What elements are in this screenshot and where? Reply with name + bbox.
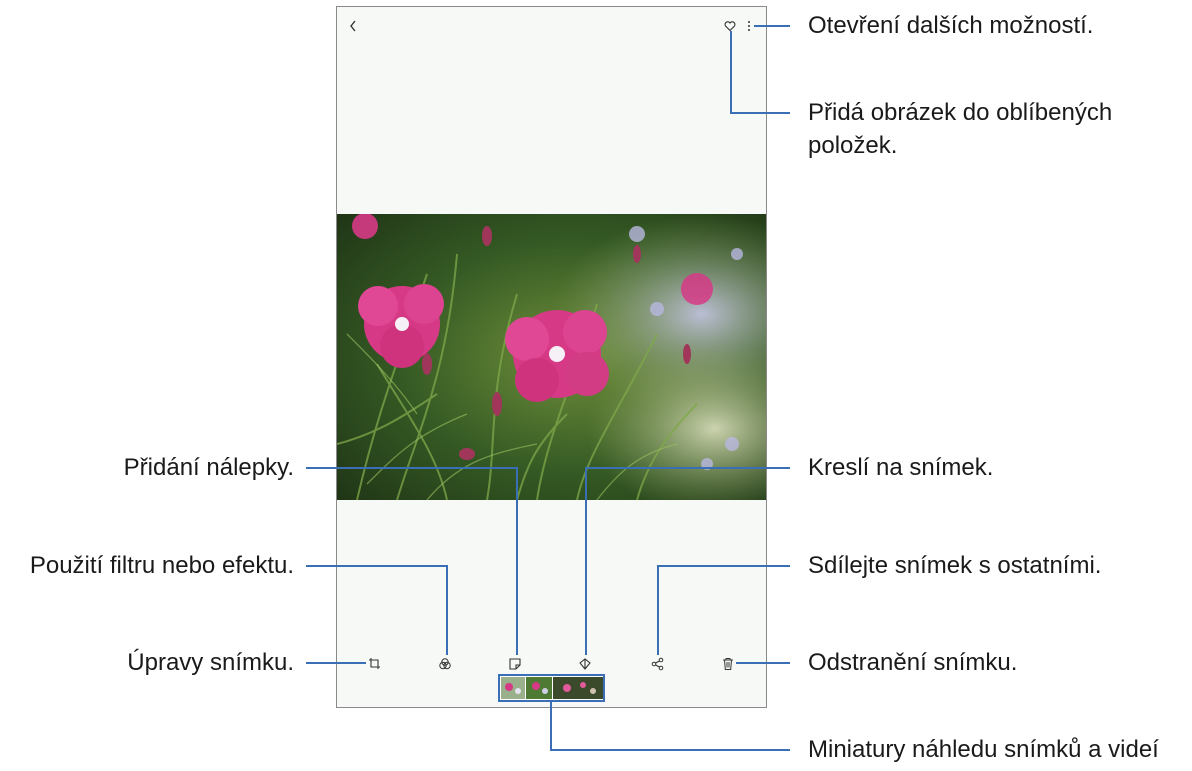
- callout-line-thumbs-h: [550, 749, 790, 751]
- share-icon[interactable]: [651, 657, 665, 671]
- callout-favorite-line2: položek.: [808, 132, 898, 159]
- callout-line-favorite-h: [730, 112, 790, 114]
- sticker-icon[interactable]: [508, 657, 522, 671]
- callout-edit: Úpravy snímku.: [127, 649, 294, 676]
- callout-delete: Odstranění snímku.: [808, 649, 1018, 676]
- thumbnail-image[interactable]: [553, 677, 603, 699]
- trash-icon[interactable]: [721, 657, 735, 671]
- thumbnail-strip[interactable]: [498, 674, 605, 702]
- callout-favorite-line1: Přidá obrázek do oblíbených: [808, 99, 1113, 126]
- thumbnail-image[interactable]: [501, 677, 525, 699]
- callout-filter: Použití filtru nebo efektu.: [29, 552, 294, 579]
- callout-line-sticker-h: [306, 467, 518, 469]
- callout-line-filter-h: [306, 565, 448, 567]
- callout-line-share-h: [657, 565, 790, 567]
- back-arrow-icon[interactable]: [346, 18, 360, 34]
- callout-line-share-v: [657, 565, 659, 655]
- callout-line-draw-v: [585, 467, 587, 655]
- flower-photo: [337, 214, 766, 500]
- callout-sticker: Přidání nálepky.: [123, 454, 294, 481]
- callout-draw: Kreslí na snímek.: [808, 454, 994, 481]
- callout-thumbnails: Miniatury náhledu snímků a videí: [808, 736, 1159, 763]
- crop-edit-icon[interactable]: [368, 657, 382, 671]
- callout-share: Sdílejte snímek s ostatními.: [808, 552, 1102, 579]
- draw-pen-icon[interactable]: [578, 657, 592, 671]
- callout-line-draw-h: [585, 467, 790, 469]
- callout-line-delete: [736, 662, 790, 664]
- filter-effects-icon[interactable]: [438, 657, 452, 671]
- callout-line-thumbs-v: [550, 702, 552, 750]
- thumbnail-image[interactable]: [526, 677, 552, 699]
- callout-more-options: Otevření dalších možností.: [808, 12, 1094, 39]
- more-options-icon[interactable]: [746, 19, 752, 33]
- callout-line-more: [754, 25, 790, 27]
- callout-line-sticker-v: [516, 467, 518, 655]
- callout-line-edit: [306, 662, 366, 664]
- callout-line-filter-v: [446, 565, 448, 655]
- callout-line-favorite: [730, 31, 732, 113]
